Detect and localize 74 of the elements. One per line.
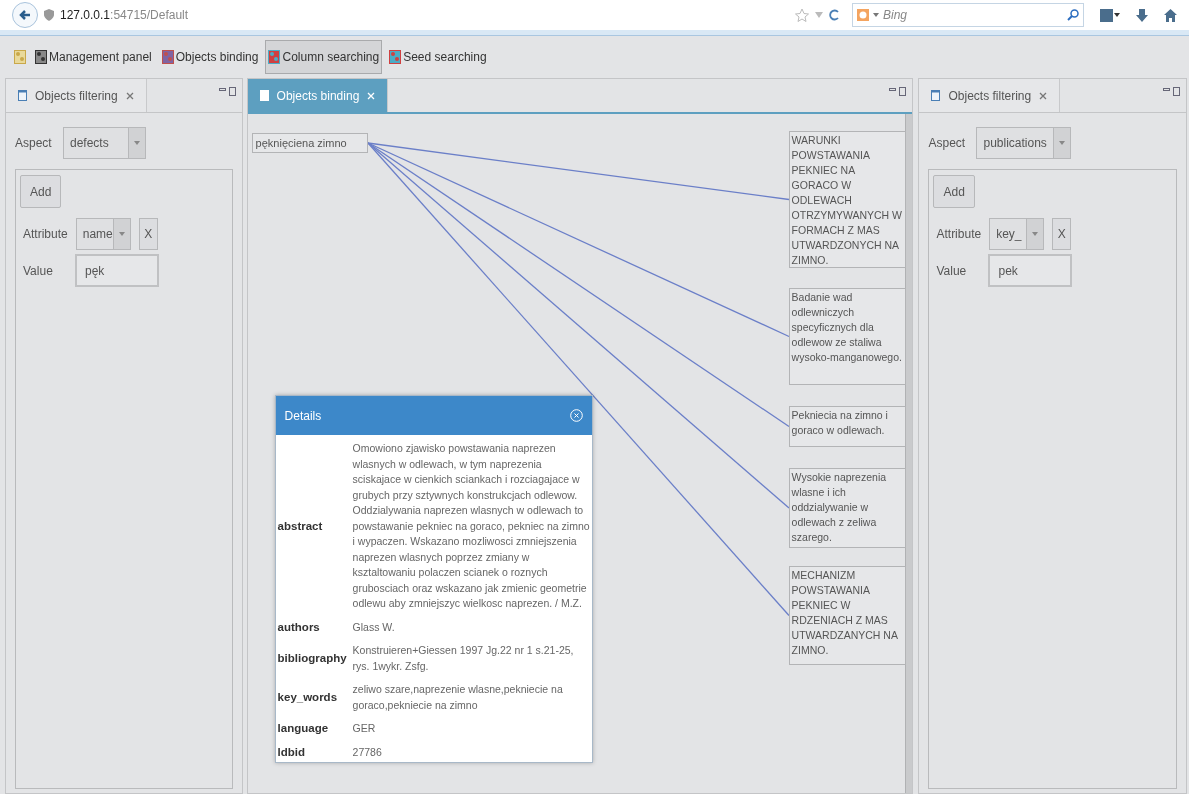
detail-value: Konstruieren+Giessen 1997 Jg.22 nr 1 s.21-25, rys. 1wykr. Zsfg.: [352, 643, 575, 674]
add-button[interactable]: Add: [933, 175, 975, 208]
back-button[interactable]: [12, 2, 38, 28]
address-text[interactable]: 127.0.0.1:54715/Default: [60, 6, 189, 24]
detail-key: key_words: [277, 688, 352, 707]
search-engine-icon: [857, 9, 869, 21]
toolbar-button[interactable]: Column searching: [265, 40, 383, 74]
remove-button[interactable]: X: [138, 218, 158, 250]
detail-key: bibliography: [277, 649, 352, 668]
bookmarks-icon[interactable]: [1100, 8, 1120, 22]
shield-icon: [44, 9, 54, 21]
search-field[interactable]: Bing: [883, 6, 1063, 24]
home-icon[interactable]: [1164, 8, 1177, 22]
star-icon[interactable]: [795, 8, 809, 22]
value-label: Value: [23, 262, 54, 280]
caret-icon: [1026, 219, 1044, 249]
window-icon: [259, 90, 269, 101]
value-field[interactable]: pek: [988, 254, 1073, 287]
tab-label: Objects filtering: [35, 87, 118, 105]
toolbar-icon: [268, 50, 281, 64]
aspect-dropdown[interactable]: publications: [976, 127, 1071, 159]
detail-value: 27786: [352, 744, 383, 760]
attribute-dropdown[interactable]: key_: [989, 218, 1045, 250]
search-icon[interactable]: [1067, 9, 1079, 21]
scrollbar[interactable]: [905, 114, 913, 793]
attribute-label: Attribute: [936, 226, 982, 243]
aspect-label: Aspect: [928, 135, 965, 152]
detail-key: authors: [277, 618, 352, 636]
attribute-dropdown[interactable]: name: [75, 218, 131, 250]
detail-value: zeliwo szare,naprezenie wlasne,pekniecie na goraco,pekniecie na zimno: [352, 682, 564, 713]
search-bar[interactable]: Bing: [852, 3, 1084, 27]
target-node[interactable]: Wysokie naprezenia wlasne i ich oddzialywanie w odlewach z zeliwa szarego.: [788, 468, 906, 548]
aspect-label: Aspect: [15, 135, 51, 152]
caret-icon: [128, 128, 145, 158]
toolbar-icon: [35, 50, 47, 64]
detail-value: Glass W.: [352, 619, 396, 635]
remove-button[interactable]: X: [1052, 218, 1072, 250]
close-icon[interactable]: [125, 91, 134, 100]
caret-icon: [1052, 128, 1070, 158]
tab-label: Objects binding: [276, 87, 360, 105]
toolbar-button[interactable]: Objects binding: [158, 40, 262, 74]
toolbar-icon: [14, 50, 26, 64]
tab-label: Objects filtering: [948, 87, 1032, 105]
toolbar-icon: [161, 50, 174, 64]
detail-key: language: [277, 720, 352, 738]
dropdown-icon: [873, 12, 879, 18]
minimize-maximize-icon[interactable]: [218, 87, 237, 96]
detail-key: abstract: [277, 517, 352, 535]
value-label: Value: [936, 262, 968, 280]
dialog-title: Details: [284, 407, 322, 425]
window-icon: [18, 90, 27, 101]
toolbar-icon: [389, 50, 402, 64]
value-field[interactable]: pęk: [75, 254, 159, 287]
attribute-label: Attribute: [23, 226, 68, 243]
back-arrow-icon: [19, 9, 31, 21]
detail-key: ldbid: [277, 743, 352, 761]
aspect-dropdown[interactable]: defects: [63, 127, 146, 159]
reload-icon[interactable]: [829, 9, 840, 21]
target-node[interactable]: MECHANIZM POWSTAWANIA PEKNIEC W RDZENIACH Z MAS UTWARDZANYCH NA ZIMNO.: [788, 566, 906, 665]
caret-icon: [112, 219, 130, 249]
minimize-maximize-icon[interactable]: [1163, 87, 1181, 96]
target-node[interactable]: Badanie wad odlewniczych specyficznych dla odlewow ze staliwa wysoko-manganowego.: [788, 288, 906, 385]
download-icon[interactable]: [1136, 8, 1148, 22]
window-icon: [931, 90, 941, 101]
detail-value: Omowiono zjawisko powstawania naprezen wlasnych w odlewach, w tym naprezenia sciskajace w cienkich sciankach i rozciagajace w grubych przy sztywnych konstrukcjach odlewow. Oddzialywania naprezen wlasnych w odlewach to powstawanie pekniec na goraco, pekniec na zimno i wypaczen. Wskazano mozliwosci zmniejszenia naprezen wlasnych poprzez zmiany w ksztaltowaniu polaczen scianek o roznych grubosciach oraz wskazano jak zmienic geometrie odlewu aby zmniejszyc wielkosc naprezen. / M.Z.: [352, 441, 590, 611]
minimize-maximize-icon[interactable]: [889, 87, 908, 96]
close-icon[interactable]: [1039, 91, 1048, 100]
target-node[interactable]: WARUNKI POWSTAWANIA PEKNIEC NA GORACO W ODLEWACH OTRZYMYWANYCH W FORMACH Z MAS UTWARDZONYCH NA ZIMNO.: [788, 131, 906, 268]
toolbar-button[interactable]: Seed searching: [386, 40, 490, 74]
add-button[interactable]: Add: [20, 175, 62, 208]
toolbar-button[interactable]: Management panel: [32, 40, 155, 74]
source-node[interactable]: pęknięciena zimno: [251, 133, 368, 153]
detail-value: GER: [352, 721, 377, 736]
target-node[interactable]: Pekniecia na zimno i goraco w odlewach.: [788, 406, 906, 447]
